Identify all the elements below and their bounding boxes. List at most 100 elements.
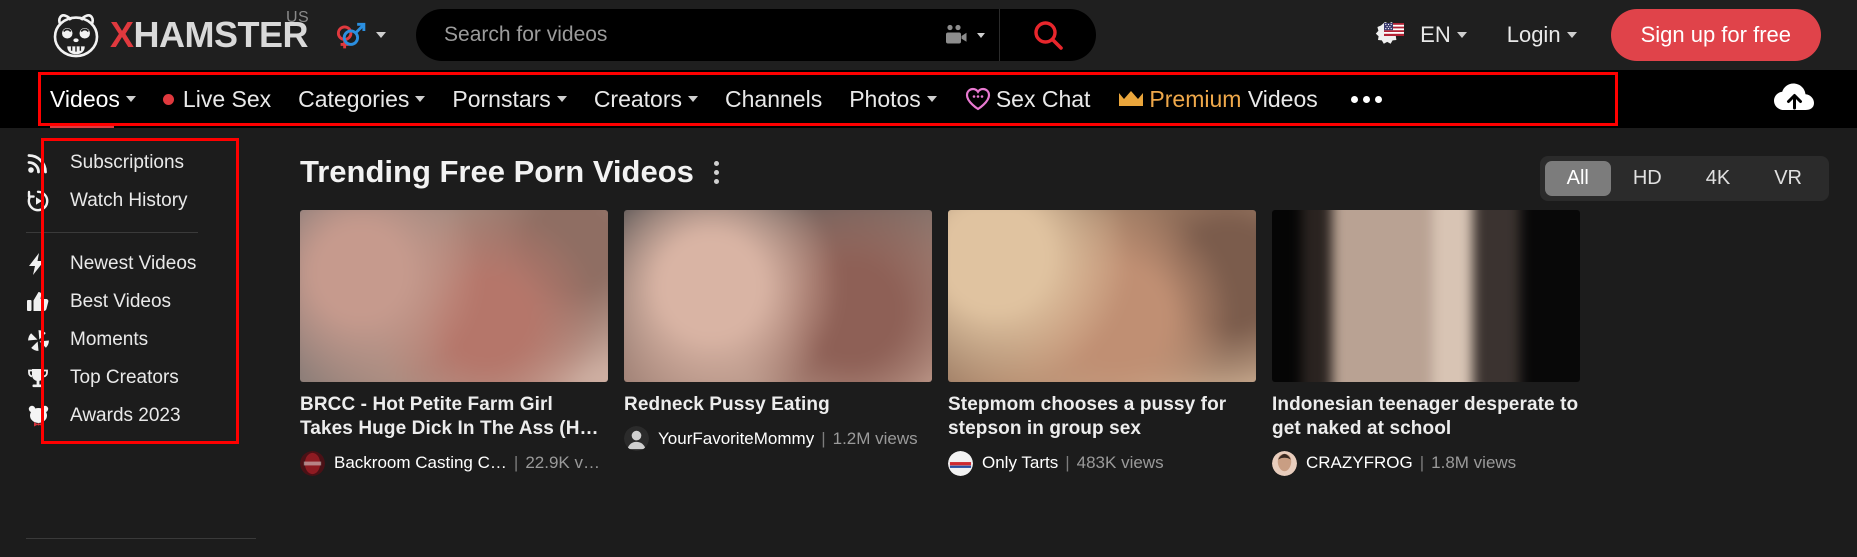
video-title[interactable]: Redneck Pussy Eating (624, 393, 932, 417)
gender-dropdown-caret[interactable] (376, 32, 387, 38)
header-right-controls: EN Login Sign up for free (1372, 9, 1857, 61)
watch-history-icon (26, 189, 56, 213)
search-input[interactable] (416, 9, 942, 61)
meta-separator: | (821, 428, 826, 448)
language-label: EN (1420, 22, 1451, 47)
us-flag-gear-icon (1375, 22, 1405, 44)
live-dot-icon (162, 93, 174, 105)
logo-hamster: HAMSTER (133, 14, 309, 55)
video-uploader[interactable]: Only Tarts (982, 453, 1058, 473)
nav-item-channels[interactable]: Channels (725, 70, 822, 128)
hamster-bowtie-icon (26, 404, 56, 428)
nav-label: Categories (298, 85, 410, 112)
nav-label: Videos (50, 85, 120, 112)
nav-item-categories[interactable]: Categories (298, 70, 426, 128)
video-thumbnail[interactable] (624, 210, 932, 382)
nav-item-photos[interactable]: Photos (849, 70, 937, 128)
login-caret (1566, 32, 1577, 38)
search-submit-button[interactable] (1000, 9, 1096, 61)
nav-item-sex-chat[interactable]: Sex Chat (964, 70, 1090, 128)
nav-item-live-sex[interactable]: Live Sex (162, 70, 272, 128)
nav-item-premium-videos[interactable]: Premium Videos (1117, 70, 1318, 128)
video-thumbnail[interactable] (948, 210, 1256, 382)
nav-item-pornstars[interactable]: Pornstars (452, 70, 567, 128)
search-type-selector[interactable] (941, 24, 999, 46)
sidebar-item-label: Watch History (70, 190, 188, 211)
rss-icon (26, 151, 56, 175)
video-uploader[interactable]: CRAZYFROG (1306, 453, 1413, 473)
language-caret (1456, 32, 1467, 38)
heart-chat-icon (964, 86, 992, 112)
video-views: 1.8M views (1431, 453, 1517, 473)
lightning-bolt-icon (26, 252, 56, 276)
logo-x: X (110, 14, 134, 55)
sidebar-item-watch-history[interactable]: Watch History (0, 182, 268, 220)
sidebar-item-label: Newest Videos (70, 253, 197, 274)
site-header: XHAMSTER US Search for videos EN Login S… (0, 0, 1857, 70)
page-body: Subscriptions Watch History Newest Video… (0, 128, 1857, 557)
nav-label-premium: Premium (1149, 85, 1242, 112)
search-bar[interactable] (416, 9, 1097, 61)
sidebar-item-best-videos[interactable]: Best Videos (0, 283, 268, 321)
nav-label-videos: Videos (1247, 85, 1318, 112)
logo-wordmark: XHAMSTER (110, 14, 309, 55)
gender-symbols-icon[interactable] (332, 18, 368, 52)
video-views: 22.9K v… (525, 453, 600, 473)
search-icon (1034, 21, 1063, 50)
language-selector[interactable]: EN (1372, 18, 1467, 52)
video-title[interactable]: Stepmom chooses a pussy for stepson in g… (948, 393, 1256, 442)
more-options-icon[interactable] (713, 160, 719, 184)
channel-avatar-icon[interactable] (300, 450, 325, 476)
meta-separator: | (513, 453, 519, 473)
video-card[interactable]: Stepmom chooses a pussy for stepson in g… (948, 210, 1256, 476)
aperture-icon (26, 328, 56, 353)
channel-avatar-icon[interactable] (948, 450, 973, 476)
video-card[interactable]: Indonesian teenager desperate to get nak… (1272, 210, 1580, 476)
channel-avatar-icon[interactable] (1272, 450, 1297, 476)
filter-hd[interactable]: HD (1611, 161, 1684, 196)
video-uploader[interactable]: Backroom Casting C… (334, 453, 507, 473)
nav-item-videos[interactable]: Videos (50, 70, 136, 128)
sidebar-item-newest-videos[interactable]: Newest Videos (0, 245, 268, 283)
meta-separator: | (1065, 453, 1070, 473)
sidebar-item-moments[interactable]: Moments (0, 321, 268, 359)
video-card[interactable]: Redneck Pussy Eating YourFavoriteMommy |… (624, 210, 932, 476)
sidebar-item-label: Subscriptions (70, 152, 185, 173)
nav-label: Live Sex (182, 85, 272, 112)
more-dots-icon[interactable] (1350, 95, 1382, 103)
filter-4k[interactable]: 4K (1684, 161, 1752, 196)
nav-label: Channels (725, 85, 823, 112)
sidebar-item-label: Best Videos (70, 291, 172, 312)
left-sidebar: Subscriptions Watch History Newest Video… (0, 128, 268, 557)
sidebar-item-awards-2023[interactable]: Awards 2023 (0, 397, 268, 435)
sidebar-item-label: Moments (70, 329, 149, 350)
xhamster-page: XHAMSTER US Search for videos EN Login S… (0, 0, 1857, 557)
trophy-icon (26, 366, 56, 390)
sidebar-item-top-creators[interactable]: Top Creators (0, 359, 268, 397)
login-button[interactable]: Login (1507, 22, 1577, 48)
channel-avatar-icon[interactable] (624, 426, 649, 452)
video-card[interactable]: BRCC - Hot Petite Farm Girl Takes Huge D… (300, 210, 608, 476)
filter-vr[interactable]: VR (1752, 161, 1824, 196)
video-thumbnail[interactable] (300, 210, 608, 382)
crown-icon (1117, 88, 1145, 110)
sidebar-bottom-divider (26, 538, 256, 539)
video-title[interactable]: BRCC - Hot Petite Farm Girl Takes Huge D… (300, 393, 608, 442)
main-content: Trending Free Porn Videos All HD 4K VR B… (268, 128, 1857, 557)
cloud-upload-icon[interactable] (1773, 82, 1817, 116)
signup-button[interactable]: Sign up for free (1610, 9, 1821, 61)
sidebar-item-label: Top Creators (70, 367, 179, 388)
video-camera-icon (946, 24, 967, 44)
video-uploader[interactable]: YourFavoriteMommy (658, 429, 814, 449)
site-logo[interactable]: XHAMSTER US (48, 7, 309, 63)
video-meta: Backroom Casting C… | 22.9K v… (300, 450, 608, 476)
filter-all[interactable]: All (1544, 161, 1611, 196)
video-thumbnail[interactable] (1272, 210, 1580, 382)
video-title[interactable]: Indonesian teenager desperate to get nak… (1272, 393, 1580, 442)
sidebar-item-subscriptions[interactable]: Subscriptions (0, 144, 268, 182)
nav-caret (688, 96, 699, 102)
meta-separator: | (1419, 453, 1425, 473)
nav-item-creators[interactable]: Creators (594, 70, 699, 128)
nav-caret (556, 96, 567, 102)
search-type-caret (977, 32, 986, 38)
